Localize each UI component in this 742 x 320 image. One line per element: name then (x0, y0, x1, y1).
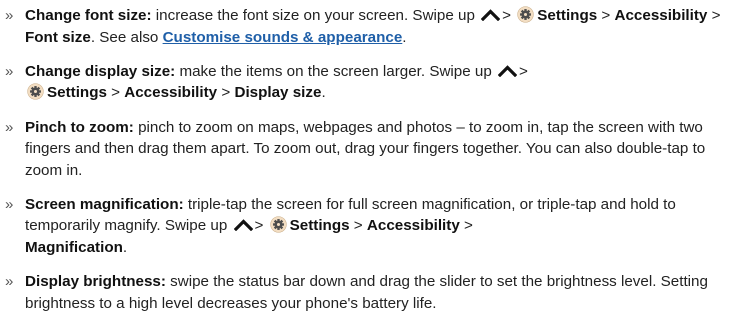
caret-up-icon (481, 9, 501, 21)
settings-gear-icon (517, 6, 534, 23)
item-title: Pinch to zoom: (25, 118, 134, 136)
separator: > (221, 84, 231, 102)
bullet: » (5, 273, 14, 291)
target-label: Display size (234, 84, 322, 102)
settings-label: Settings (47, 84, 107, 102)
separator: > (711, 7, 721, 24)
item-title: Screen magnification: (25, 195, 184, 213)
list-item-font-size: » Change font size: increase the font si… (2, 5, 741, 48)
settings-gear-icon (27, 83, 44, 100)
accessibility-tips-list: » Change font size: increase the font si… (0, 0, 742, 314)
separator: > (502, 7, 512, 24)
separator: > (111, 84, 121, 102)
bullet: » (5, 7, 14, 24)
item-title: Display brightness: (25, 273, 166, 291)
bullet: » (5, 195, 14, 213)
settings-gear-icon (269, 216, 287, 234)
separator: > (353, 217, 363, 235)
item-text: . (122, 238, 128, 256)
list-item-pinch-zoom: » Pinch to zoom: pinch to zoom on maps, … (2, 117, 741, 182)
target-label: Magnification (25, 238, 123, 256)
list-item-screen-magnification: » Screen magnification: triple-tap the s… (2, 194, 741, 259)
settings-label: Settings (289, 217, 350, 235)
settings-label: Settings (537, 7, 598, 24)
list-item-display-brightness: » Display brightness: swipe the status b… (2, 271, 741, 314)
customise-sounds-link[interactable]: Customise sounds & appearance (163, 29, 403, 46)
caret-up-icon (233, 219, 253, 232)
accessibility-label: Accessibility (614, 7, 708, 24)
item-text: . (321, 84, 326, 102)
bullet: » (5, 118, 14, 136)
separator: > (464, 217, 473, 235)
accessibility-label: Accessibility (124, 84, 218, 102)
item-text: . See also (90, 28, 163, 46)
item-text: increase the font size on your screen. S… (151, 7, 480, 24)
item-title: Change font size: (25, 7, 152, 24)
separator: > (519, 62, 528, 80)
separator: > (601, 7, 611, 24)
bullet: » (5, 62, 14, 80)
separator: > (254, 217, 264, 235)
caret-up-icon (498, 65, 518, 77)
target-label: Font size (25, 28, 91, 46)
accessibility-label: Accessibility (366, 217, 460, 235)
item-text: make the items on the screen larger. Swi… (175, 62, 497, 80)
list-item-display-size: » Change display size: make the items on… (2, 61, 741, 104)
item-title: Change display size: (25, 62, 176, 80)
item-text: . (402, 28, 407, 46)
